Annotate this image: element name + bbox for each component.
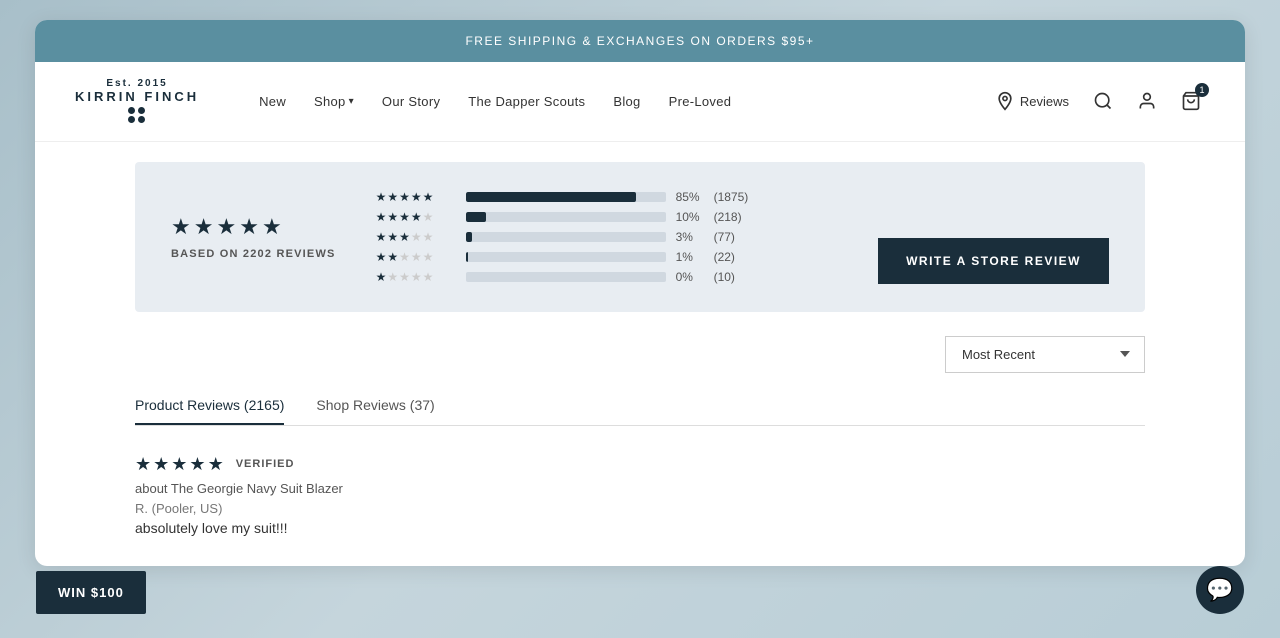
nav-blog[interactable]: Blog <box>613 94 640 109</box>
review-product: about The Georgie Navy Suit Blazer <box>135 481 1145 496</box>
nav-shop[interactable]: Shop ▾ <box>314 94 354 109</box>
pct-3: 3% <box>676 230 704 244</box>
star-5: ★ <box>262 214 282 240</box>
stars-1: ★★★★★ <box>376 270 456 284</box>
bar-fill-2 <box>466 252 468 262</box>
tab-shop-reviews[interactable]: Shop Reviews (37) <box>316 397 434 425</box>
rating-row-3: ★★★★★ 3% (77) <box>376 230 839 244</box>
stars-2: ★★★★★ <box>376 250 456 264</box>
rating-row-1: ★★★★★ 0% (10) <box>376 270 839 284</box>
review-stars: ★ ★ ★ ★ ★ <box>135 454 224 475</box>
reviewer-name: R. (Pooler, US) <box>135 501 1145 516</box>
logo-est: Est. 2015 <box>75 78 199 89</box>
write-review-button[interactable]: WRITE A STORE REVIEW <box>878 238 1109 284</box>
review-top: ★ ★ ★ ★ ★ VERIFIED <box>135 454 1145 475</box>
stars-5: ★★★★★ <box>376 190 456 204</box>
chat-icon: 💬 <box>1206 577 1233 603</box>
bar-track-5 <box>466 192 666 202</box>
bar-track-3 <box>466 232 666 242</box>
tab-product-reviews[interactable]: Product Reviews (2165) <box>135 397 284 425</box>
chevron-down-icon: ▾ <box>349 96 354 107</box>
logo-dots <box>128 107 146 123</box>
star-4: ★ <box>239 214 259 240</box>
count-5: (1875) <box>714 190 750 204</box>
review-star-2: ★ <box>153 454 169 475</box>
review-star-3: ★ <box>171 454 187 475</box>
star-2: ★ <box>194 214 214 240</box>
chat-bubble[interactable]: 💬 <box>1196 566 1244 614</box>
stars-4: ★★★★★ <box>376 210 456 224</box>
search-icon <box>1093 91 1113 111</box>
content: ★ ★ ★ ★ ★ BASED ON 2202 REVIEWS ★★★★★ <box>35 142 1245 566</box>
verified-badge: VERIFIED <box>236 458 295 470</box>
bar-fill-4 <box>466 212 486 222</box>
pct-4: 10% <box>676 210 704 224</box>
nav-pre-loved[interactable]: Pre-Loved <box>669 94 732 109</box>
rating-row-4: ★★★★★ 10% (218) <box>376 210 839 224</box>
pct-1: 0% <box>676 270 704 284</box>
review-card: ★ ★ ★ ★ ★ VERIFIED about The Georgie Nav… <box>135 450 1145 536</box>
header: Est. 2015 KIRRIN FINCH New Shop ▾ Our St… <box>35 62 1245 142</box>
sort-select[interactable]: Most Recent Highest Rating Lowest Rating… <box>945 336 1145 373</box>
account-button[interactable] <box>1133 87 1161 115</box>
announcement-bar: FREE SHIPPING & EXCHANGES ON ORDERS $95+ <box>35 20 1245 62</box>
count-3: (77) <box>714 230 750 244</box>
cart-button[interactable]: 1 <box>1177 87 1205 115</box>
bar-track-4 <box>466 212 666 222</box>
bar-track-2 <box>466 252 666 262</box>
nav-dapper-scouts[interactable]: The Dapper Scouts <box>468 94 585 109</box>
logo: Est. 2015 KIRRIN FINCH <box>75 78 199 125</box>
nav-new[interactable]: New <box>259 94 286 109</box>
user-icon <box>1137 91 1157 111</box>
rating-row-5: ★★★★★ 85% (1875) <box>376 190 839 204</box>
based-on-label: BASED ON 2202 REVIEWS <box>171 248 336 260</box>
nav-our-story[interactable]: Our Story <box>382 94 440 109</box>
avg-stars: ★ ★ ★ ★ ★ <box>171 214 336 240</box>
rating-row-2: ★★★★★ 1% (22) <box>376 250 839 264</box>
reviews-summary: ★ ★ ★ ★ ★ BASED ON 2202 REVIEWS ★★★★★ <box>135 162 1145 312</box>
header-icons: Reviews 1 <box>991 87 1205 115</box>
cart-count: 1 <box>1195 83 1209 97</box>
sort-row: Most Recent Highest Rating Lowest Rating… <box>135 336 1145 373</box>
summary-left: ★ ★ ★ ★ ★ BASED ON 2202 REVIEWS <box>171 214 336 260</box>
bar-fill-5 <box>466 192 636 202</box>
location-icon <box>995 91 1015 111</box>
reviews-label: Reviews <box>1020 94 1069 109</box>
win-button[interactable]: WIN $100 <box>36 571 146 614</box>
search-button[interactable] <box>1089 87 1117 115</box>
count-1: (10) <box>714 270 750 284</box>
review-text: absolutely love my suit!!! <box>135 520 1145 536</box>
bar-track-1 <box>466 272 666 282</box>
stars-3: ★★★★★ <box>376 230 456 244</box>
main-nav: New Shop ▾ Our Story The Dapper Scouts B… <box>259 94 991 109</box>
star-3: ★ <box>216 214 236 240</box>
pct-2: 1% <box>676 250 704 264</box>
announcement-text: FREE SHIPPING & EXCHANGES ON ORDERS $95+ <box>465 34 814 48</box>
tabs-row: Product Reviews (2165) Shop Reviews (37) <box>135 397 1145 426</box>
count-2: (22) <box>714 250 750 264</box>
review-star-4: ★ <box>189 454 205 475</box>
main-container: FREE SHIPPING & EXCHANGES ON ORDERS $95+… <box>35 20 1245 566</box>
rating-bars: ★★★★★ 85% (1875) ★★★★★ 10% <box>376 190 839 284</box>
review-star-1: ★ <box>135 454 151 475</box>
logo-name: KIRRIN FINCH <box>75 89 199 105</box>
bar-fill-3 <box>466 232 472 242</box>
reviews-button[interactable]: Reviews <box>991 87 1073 115</box>
count-4: (218) <box>714 210 750 224</box>
review-star-5: ★ <box>208 454 224 475</box>
pct-5: 85% <box>676 190 704 204</box>
star-1: ★ <box>171 214 191 240</box>
